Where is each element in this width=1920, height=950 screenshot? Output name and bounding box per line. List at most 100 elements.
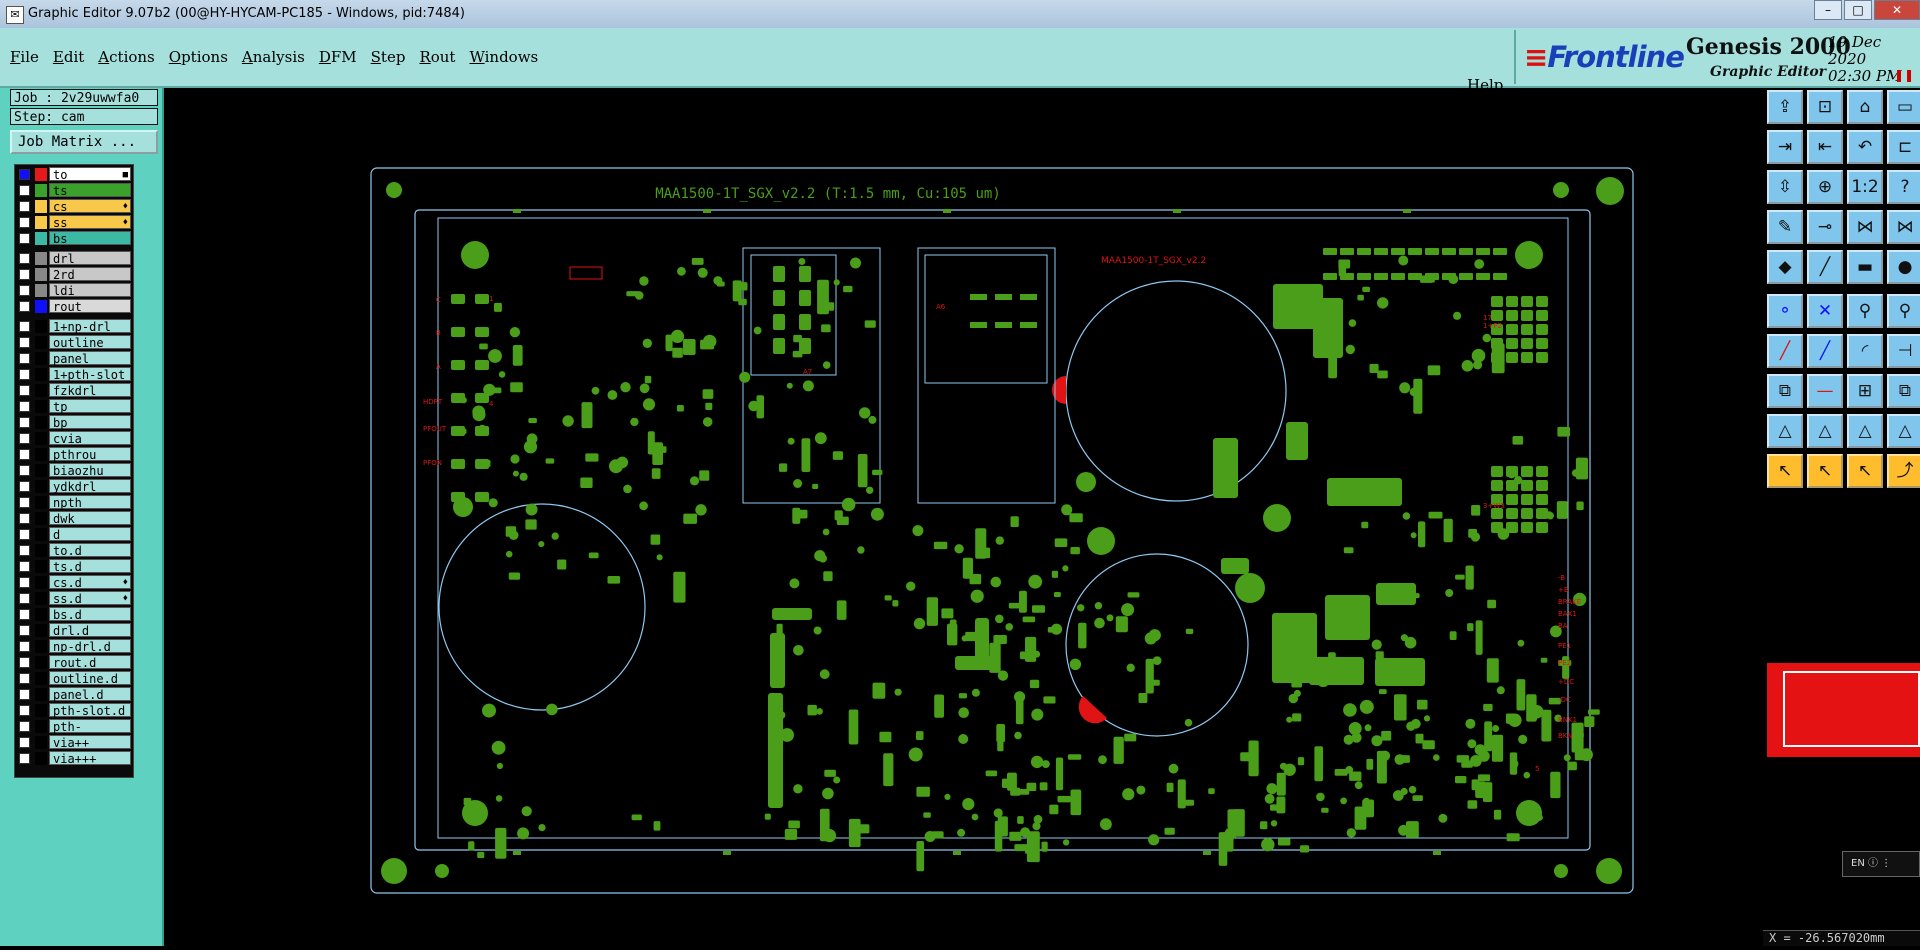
- layer-row[interactable]: pth-slot.d+: [15, 719, 133, 748]
- layer-name[interactable]: ts.d: [49, 559, 131, 574]
- layer-row[interactable]: outline.d: [15, 671, 133, 686]
- layer-row[interactable]: outline: [15, 335, 133, 350]
- pin-link-icon[interactable]: ⚲: [1887, 294, 1920, 328]
- layer-row[interactable]: tp: [15, 399, 133, 414]
- menu-rout[interactable]: Rout: [419, 48, 455, 66]
- layer-color-swatch[interactable]: [35, 384, 47, 397]
- home-icon[interactable]: ⌂: [1847, 90, 1883, 124]
- layer-checkbox[interactable]: [19, 169, 30, 180]
- layer-name[interactable]: d: [49, 527, 131, 542]
- layer-row[interactable]: cs.d ♦: [15, 575, 133, 590]
- layer-checkbox[interactable]: [19, 593, 30, 604]
- layer-name[interactable]: cs.d ♦: [49, 575, 131, 590]
- layer-checkbox[interactable]: [19, 737, 30, 748]
- triangle-icon[interactable]: △: [1767, 414, 1803, 448]
- layer-name[interactable]: rout.d: [49, 655, 131, 670]
- pause-icon[interactable]: ❚❚: [1894, 68, 1914, 82]
- save-icon[interactable]: ⊡: [1807, 90, 1843, 124]
- net-highlight-icon[interactable]: ⋈: [1887, 210, 1920, 244]
- layer-color-swatch[interactable]: [35, 656, 47, 669]
- layer-color-swatch[interactable]: [35, 704, 47, 717]
- job-matrix-button[interactable]: Job Matrix ...: [10, 130, 158, 154]
- layer-name[interactable]: via++: [49, 735, 131, 750]
- layer-checkbox[interactable]: [19, 689, 30, 700]
- pin-icon[interactable]: ⚲: [1847, 294, 1883, 328]
- layer-row[interactable]: cs ♦: [15, 199, 133, 214]
- overview-minimap[interactable]: [1767, 663, 1920, 757]
- layer-row[interactable]: ss ♦: [15, 215, 133, 230]
- layer-checkbox[interactable]: [19, 417, 30, 428]
- layer-name[interactable]: outline.d: [49, 671, 131, 686]
- layer-row[interactable]: 1+np-drl: [15, 319, 133, 334]
- layer-name[interactable]: ldi: [49, 283, 131, 298]
- layer-checkbox[interactable]: [19, 497, 30, 508]
- layer-name[interactable]: outline: [49, 335, 131, 350]
- layer-name[interactable]: via+++: [49, 751, 131, 766]
- layer-row[interactable]: bp: [15, 415, 133, 430]
- layer-name[interactable]: dwk: [49, 511, 131, 526]
- layer-checkbox[interactable]: [19, 625, 30, 636]
- blue-line-icon[interactable]: ╱: [1807, 334, 1843, 368]
- layer-name[interactable]: ydkdrl: [49, 479, 131, 494]
- layer-name[interactable]: bp: [49, 415, 131, 430]
- layer-name[interactable]: 2rd: [49, 267, 131, 282]
- layer-checkbox[interactable]: [19, 561, 30, 572]
- zoom-home-icon[interactable]: ⊕: [1807, 170, 1843, 204]
- layer-name[interactable]: ss.d ♦: [49, 591, 131, 606]
- net-icon[interactable]: ⋈: [1847, 210, 1883, 244]
- layer-checkbox[interactable]: [19, 201, 30, 212]
- zoom-fit-icon[interactable]: ⇳: [1767, 170, 1803, 204]
- layer-name[interactable]: 1+pth-slot: [49, 367, 131, 382]
- layer-row[interactable]: ss.d ♦: [15, 591, 133, 606]
- layer-row[interactable]: ydkdrl: [15, 479, 133, 494]
- import-icon[interactable]: ⇥: [1767, 130, 1803, 164]
- layer-row[interactable]: ts: [15, 183, 133, 198]
- layer-color-swatch[interactable]: [35, 284, 47, 297]
- connect-icon[interactable]: ⚬: [1767, 294, 1803, 328]
- layer-checkbox[interactable]: [19, 185, 30, 196]
- maximize-icon[interactable]: □: [1844, 0, 1872, 20]
- layer-color-swatch[interactable]: [35, 512, 47, 525]
- layer-checkbox[interactable]: [19, 269, 30, 280]
- ime-indicator[interactable]: EN ⓘ ⋮: [1842, 851, 1920, 877]
- layer-row[interactable]: np-drl.d: [15, 639, 133, 654]
- layer-color-swatch[interactable]: [35, 736, 47, 749]
- pcb-board[interactable]: MAA1500-1T_SGX_v2.2 (T:1.5 mm, Cu:105 um…: [163, 88, 1763, 946]
- menu-file[interactable]: File: [10, 48, 39, 66]
- layer-checkbox[interactable]: [19, 641, 30, 652]
- layer-color-swatch[interactable]: [35, 752, 47, 765]
- measure-icon[interactable]: ✎: [1767, 210, 1803, 244]
- layer-checkbox[interactable]: [19, 337, 30, 348]
- circle-icon[interactable]: ●: [1887, 250, 1920, 284]
- layer-name[interactable]: biaozhu: [49, 463, 131, 478]
- layer-color-swatch[interactable]: [35, 184, 47, 197]
- layer-row[interactable]: rout: [15, 299, 133, 314]
- layer-checkbox[interactable]: [19, 353, 30, 364]
- minimize-icon[interactable]: –: [1814, 0, 1842, 20]
- layer-name[interactable]: cs ♦: [49, 199, 131, 214]
- layer-checkbox[interactable]: [19, 401, 30, 412]
- layer-row[interactable]: bs: [15, 231, 133, 246]
- layer-color-swatch[interactable]: [35, 252, 47, 265]
- layer-checkbox[interactable]: [19, 529, 30, 540]
- layout-icon[interactable]: ▭: [1887, 90, 1920, 124]
- layer-color-swatch[interactable]: [35, 608, 47, 621]
- layer-checkbox[interactable]: [19, 657, 30, 668]
- surface-icon[interactable]: ▬: [1847, 250, 1883, 284]
- layer-row[interactable]: pthrou: [15, 447, 133, 462]
- layer-checkbox[interactable]: [19, 301, 30, 312]
- layer-row[interactable]: biaozhu: [15, 463, 133, 478]
- layer-name[interactable]: to.d: [49, 543, 131, 558]
- scale-1-1-icon[interactable]: 1:2: [1847, 170, 1883, 204]
- layer-row[interactable]: 2rd: [15, 267, 133, 282]
- layer-name[interactable]: fzkdrl: [49, 383, 131, 398]
- menu-options[interactable]: Options: [169, 48, 228, 66]
- layer-checkbox[interactable]: [19, 721, 30, 732]
- layer-row[interactable]: drl.d: [15, 623, 133, 638]
- layer-checkbox[interactable]: [19, 233, 30, 244]
- close-icon[interactable]: ✕: [1874, 0, 1920, 20]
- layer-color-swatch[interactable]: [35, 624, 47, 637]
- layer-checkbox[interactable]: [19, 609, 30, 620]
- copy-icon[interactable]: ⧉: [1767, 374, 1803, 408]
- route-icon[interactable]: ⤴: [1887, 454, 1920, 488]
